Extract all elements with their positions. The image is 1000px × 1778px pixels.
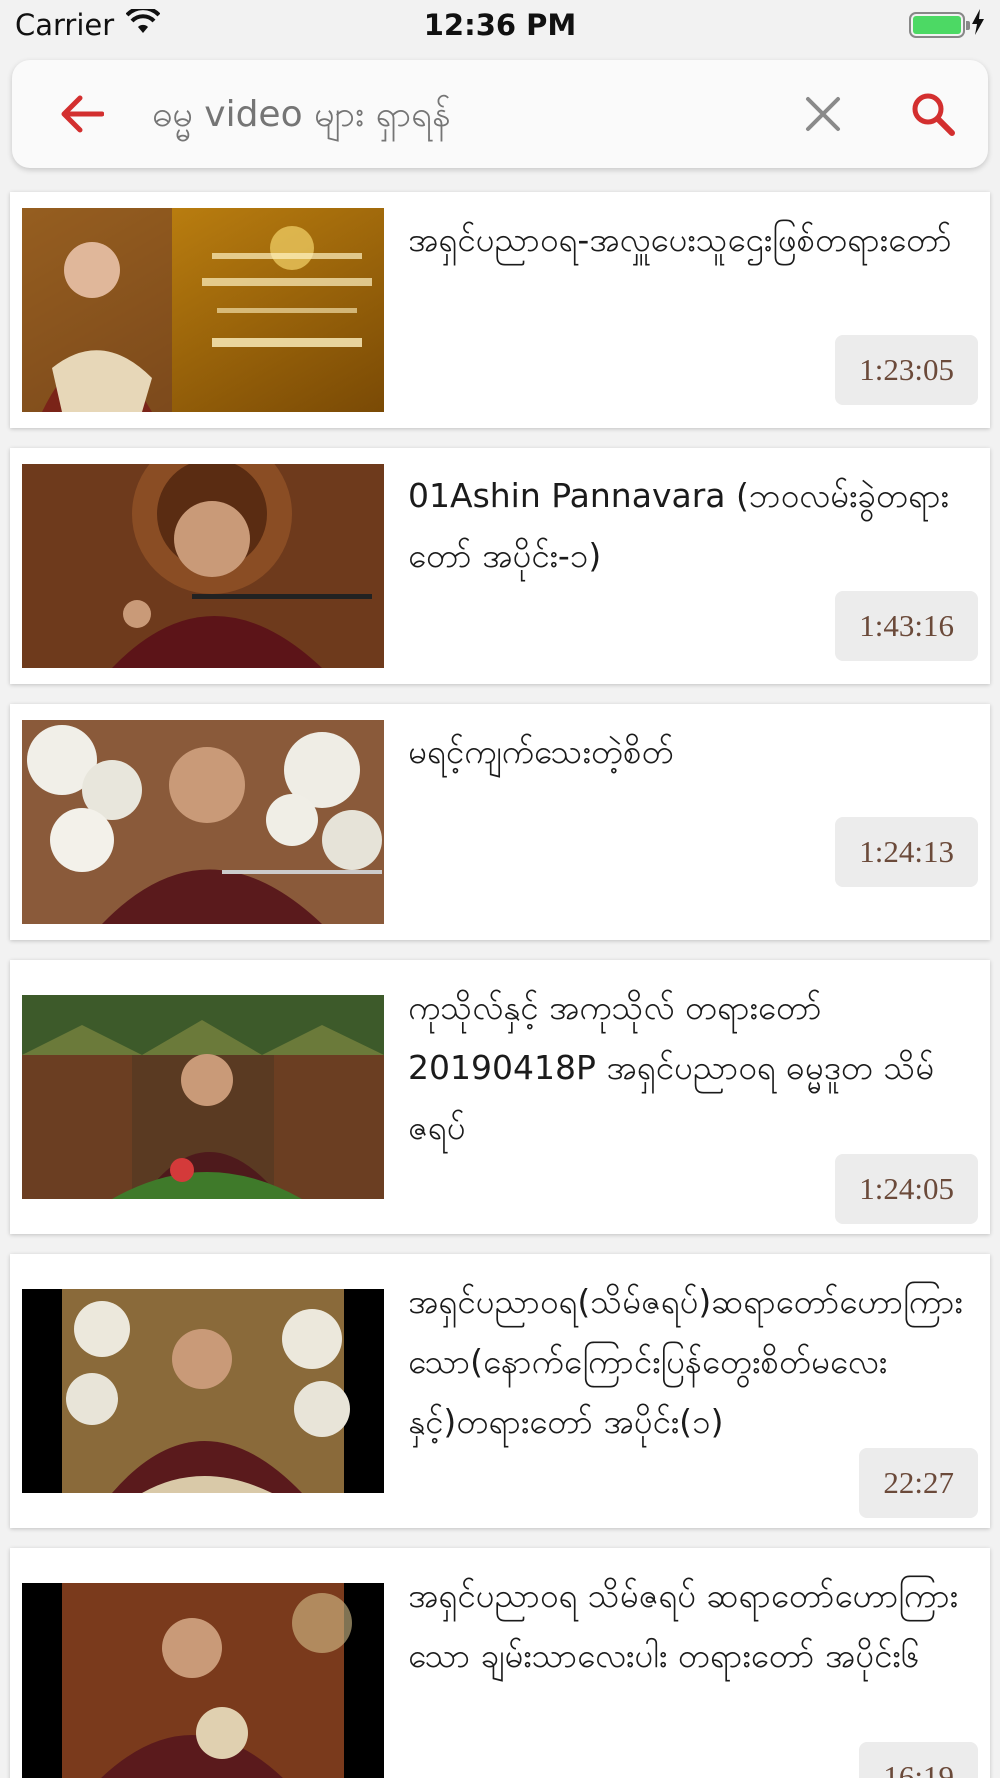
wifi-icon <box>125 6 161 42</box>
charging-bolt-icon <box>971 8 985 42</box>
status-bar: Carrier 12:36 PM <box>0 0 1000 50</box>
search-bar <box>12 60 988 168</box>
video-card[interactable]: အရှင်ပညာဝရ သိမ်ဇရပ် ဆရာတော်ဟောကြားသော ချ… <box>10 1548 990 1778</box>
status-right <box>909 8 985 42</box>
video-title: အရှင်ပညာဝရ(သိမ်ဇရပ်)ဆရာတော်ဟောကြားသော(နေ… <box>408 1282 963 1441</box>
search-input[interactable] <box>152 60 768 168</box>
status-left: Carrier <box>15 6 161 42</box>
video-thumbnail[interactable] <box>22 1583 384 1778</box>
video-card[interactable]: မရင့်ကျက်သေးတဲ့စိတ် 1:24:13 <box>10 704 990 940</box>
video-thumbnail[interactable] <box>22 208 384 412</box>
carrier-label: Carrier <box>15 8 115 42</box>
duration-badge: 1:43:16 <box>835 591 978 661</box>
duration-badge: 1:24:05 <box>835 1154 978 1224</box>
video-list: အရှင်ပညာဝရ-အလှူပေးသူဌေးဖြစ်တရားတော် 1:23… <box>10 192 990 1778</box>
video-thumbnail[interactable] <box>22 464 384 668</box>
video-thumbnail[interactable] <box>22 1289 384 1493</box>
duration-badge: 16:19 <box>859 1742 978 1778</box>
video-title: မရင့်ကျက်သေးတဲ့စိတ် <box>408 732 674 771</box>
search-icon <box>912 93 955 136</box>
battery-icon <box>909 12 970 38</box>
video-title: 01Ashin Pannavara (ဘဝလမ်းခွဲတရားတော် အပိ… <box>408 476 949 575</box>
video-thumbnail[interactable] <box>22 720 384 924</box>
video-thumbnail[interactable] <box>22 995 384 1199</box>
video-card[interactable]: ကုသိုလ်နှင့် အကုသိုလ် တရားတော် 20190418P… <box>10 960 990 1234</box>
back-arrow-icon <box>61 95 104 133</box>
video-card[interactable]: အရှင်ပညာဝရ-အလှူပေးသူဌေးဖြစ်တရားတော် 1:23… <box>10 192 990 428</box>
video-card[interactable]: 01Ashin Pannavara (ဘဝလမ်းခွဲတရားတော် အပိ… <box>10 448 990 684</box>
search-button[interactable] <box>878 60 988 168</box>
duration-badge: 1:23:05 <box>835 335 978 405</box>
video-title: ကုသိုလ်နှင့် အကုသိုလ် တရားတော် 20190418P… <box>408 988 935 1147</box>
video-title: အရှင်ပညာဝရ သိမ်ဇရပ် ဆရာတော်ဟောကြားသော ချ… <box>408 1576 959 1675</box>
video-card[interactable]: အရှင်ပညာဝရ(သိမ်ဇရပ်)ဆရာတော်ဟောကြားသော(နေ… <box>10 1254 990 1528</box>
duration-badge: 1:24:13 <box>835 817 978 887</box>
close-icon <box>806 97 840 131</box>
video-title: အရှင်ပညာဝရ-အလှူပေးသူဌေးဖြစ်တရားတော် <box>408 220 952 259</box>
clear-button[interactable] <box>768 60 878 168</box>
back-button[interactable] <box>12 60 152 168</box>
duration-badge: 22:27 <box>859 1448 978 1518</box>
